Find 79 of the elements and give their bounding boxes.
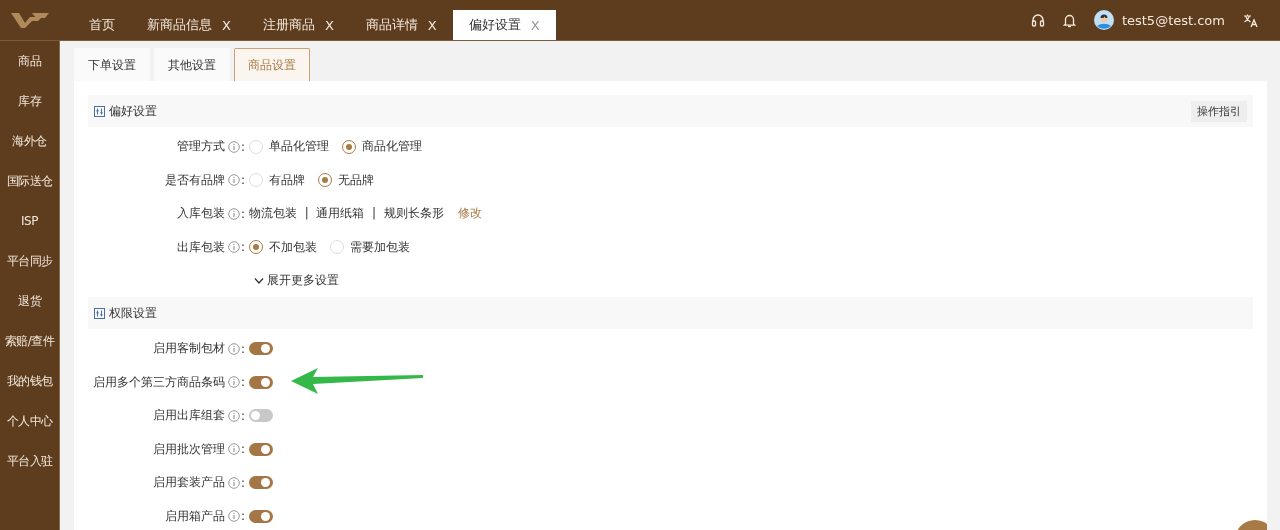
sidebar-item[interactable]: 平台同步	[0, 241, 59, 281]
settings-tab[interactable]: 下单设置	[74, 48, 150, 81]
colon: :	[241, 206, 246, 221]
setting-label: 管理方式	[176, 138, 225, 156]
user-email[interactable]: test5@test.com	[1121, 12, 1225, 28]
page-tab[interactable]: 注册商品 X	[246, 10, 350, 40]
close-icon[interactable]: X	[427, 17, 437, 33]
info-icon	[228, 174, 240, 187]
expand-link[interactable]: 展开更多设置	[254, 264, 339, 297]
settings-tab[interactable]: 其他设置	[154, 48, 230, 81]
sidebar-item[interactable]: 国际送仓	[0, 161, 59, 201]
section-title: 偏好设置	[109, 102, 157, 120]
info-icon	[228, 510, 240, 523]
info-icon	[228, 241, 240, 254]
edit-link[interactable]: 修改	[457, 205, 482, 223]
page-tab[interactable]: 首页	[73, 10, 131, 40]
toggle-switch[interactable]	[249, 509, 274, 523]
close-icon[interactable]: X	[324, 17, 334, 33]
colon: :	[241, 341, 246, 356]
toggle-switch[interactable]	[249, 476, 274, 490]
page-tab[interactable]: 新商品信息 X	[131, 10, 247, 40]
colon: :	[241, 509, 246, 524]
guide-button[interactable]: 操作指引	[1191, 100, 1247, 122]
radio-label[interactable]: 商品化管理	[362, 138, 423, 156]
sidebar-item[interactable]: 个人中心	[0, 401, 59, 441]
setting-label: 启用箱产品	[164, 507, 225, 525]
colon: :	[241, 375, 246, 390]
page-tab[interactable]: 商品详情 X	[349, 10, 453, 40]
sidebar-item[interactable]: 商品	[0, 41, 59, 81]
headset-icon[interactable]	[1030, 13, 1045, 27]
colon: :	[241, 139, 246, 154]
info-icon	[228, 140, 240, 153]
setting-label: 出库包装	[176, 238, 225, 256]
sidebar-item[interactable]: 退货	[0, 281, 59, 321]
sliders-icon	[94, 105, 105, 117]
settings-tab[interactable]: 商品设置	[234, 48, 310, 81]
setting-label: 启用套装产品	[152, 474, 225, 492]
colon: :	[241, 173, 246, 188]
setting-label: 启用客制包材	[152, 340, 225, 358]
info-icon	[228, 409, 240, 422]
sliders-icon	[94, 307, 105, 319]
toggle-switch[interactable]	[249, 375, 274, 389]
toggle-switch[interactable]	[249, 342, 274, 356]
sidebar-item[interactable]: 平台入驻	[0, 441, 59, 481]
radio-label[interactable]: 无品牌	[338, 171, 375, 189]
info-icon	[228, 443, 240, 456]
sidebar-item[interactable]: 库存	[0, 81, 59, 121]
chevron-down-icon	[254, 277, 264, 284]
sidebar-item[interactable]: 海外仓	[0, 121, 59, 161]
sidebar-item[interactable]: 我的钱包	[0, 361, 59, 401]
bell-icon[interactable]	[1062, 12, 1076, 28]
close-icon[interactable]: X	[222, 17, 231, 33]
colon: :	[241, 240, 246, 255]
section-title: 权限设置	[109, 304, 157, 322]
setting-value: 物流包装 | 通用纸箱 | 规则长条形	[249, 205, 444, 223]
setting-label: 是否有品牌	[164, 171, 225, 189]
info-icon	[228, 476, 240, 489]
colon: :	[241, 442, 246, 457]
page-tab[interactable]: 偏好设置 X	[452, 10, 556, 40]
translate-icon[interactable]	[1243, 12, 1258, 28]
info-icon	[228, 207, 240, 220]
radio-label[interactable]: 不加包装	[269, 238, 318, 256]
setting-label: 入库包装	[176, 205, 225, 223]
setting-label: 启用批次管理	[152, 440, 225, 458]
info-icon	[228, 376, 240, 389]
colon: :	[241, 408, 246, 423]
logo-icon	[9, 12, 50, 28]
toggle-switch[interactable]	[249, 442, 274, 456]
sidebar-item[interactable]: ISP	[0, 201, 59, 241]
toggle-switch[interactable]	[249, 409, 274, 423]
sidebar-item[interactable]: 索赔/查件	[0, 321, 59, 361]
info-icon	[228, 342, 240, 355]
setting-label: 启用多个第三方商品条码	[92, 373, 225, 391]
setting-label: 启用出库组套	[152, 407, 225, 425]
radio-label[interactable]: 单品化管理	[269, 138, 330, 156]
radio-label[interactable]: 需要加包装	[350, 238, 411, 256]
colon: :	[241, 475, 246, 490]
avatar-icon[interactable]	[1093, 10, 1114, 30]
radio-label[interactable]: 有品牌	[269, 171, 306, 189]
